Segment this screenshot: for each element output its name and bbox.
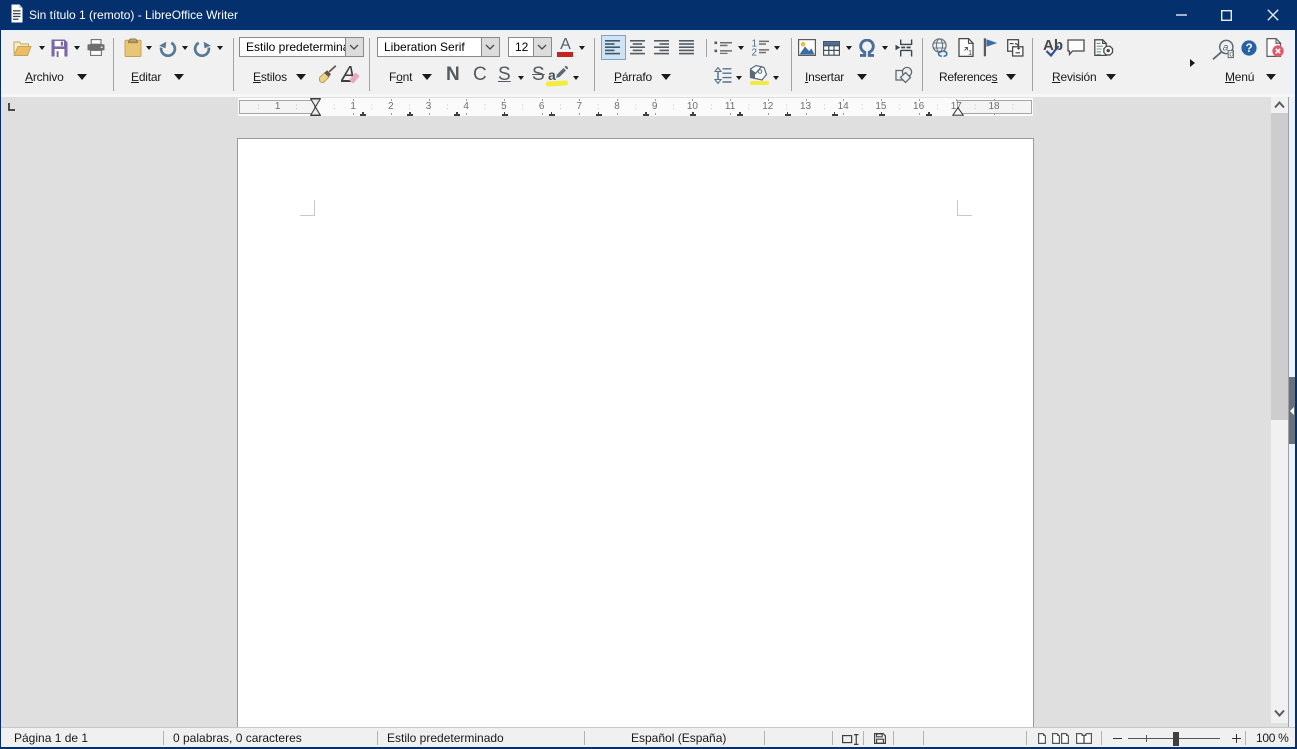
svg-text:1: 1	[968, 48, 972, 57]
svg-text:d: d	[1229, 49, 1234, 59]
svg-text:2: 2	[752, 47, 758, 56]
svg-text:?: ?	[1246, 43, 1253, 55]
